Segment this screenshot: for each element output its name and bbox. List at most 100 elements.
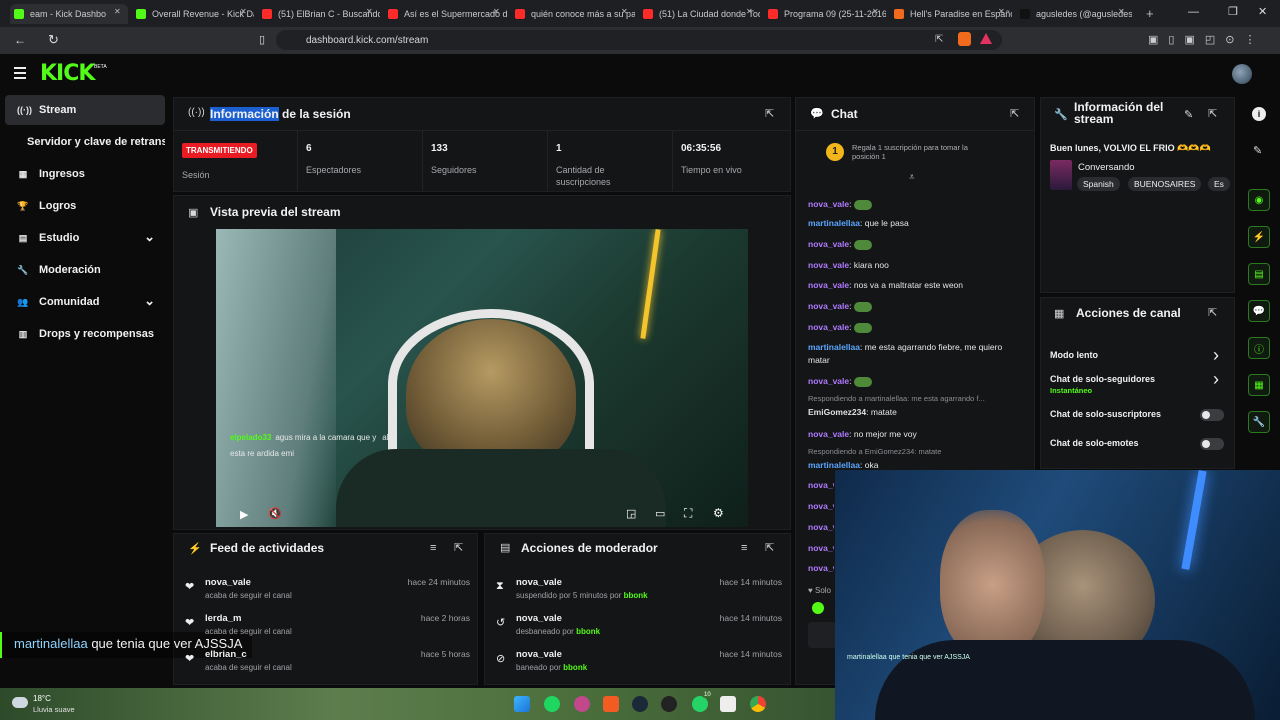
sidebar-item[interactable]: ▥ Drops y recompensas	[5, 319, 165, 349]
chat-username[interactable]: nova_vale	[808, 376, 849, 386]
mod-actor-user[interactable]: bbonk	[576, 627, 600, 636]
layout-rail-icon[interactable]: ▦	[1248, 374, 1270, 396]
chat-username[interactable]: nova_vale	[808, 322, 849, 332]
browser-tab[interactable]: Hell's Paradise en Españo	[890, 4, 1012, 24]
rewards-icon[interactable]	[980, 33, 992, 44]
popout-icon[interactable]: ⇱	[1208, 306, 1217, 319]
weather-icon[interactable]	[12, 697, 28, 708]
toggle-switch[interactable]	[1200, 409, 1224, 421]
mute-icon[interactable]: 🔇	[268, 507, 282, 520]
pen-icon[interactable]: ✎	[1253, 144, 1262, 157]
tab-close-icon[interactable]: ✕	[114, 7, 121, 16]
tab-close-icon[interactable]: ✕	[1118, 7, 1125, 16]
channel-action-label[interactable]: Chat de solo-seguidores	[1050, 374, 1155, 384]
popout-icon[interactable]: ⇱	[765, 541, 774, 554]
popout-icon[interactable]: ⇱	[1010, 107, 1019, 120]
bookmark-icon[interactable]: ▯	[259, 33, 265, 46]
filter-icon[interactable]: ≡	[430, 542, 436, 554]
sidebar-item[interactable]: ((·)) Stream	[5, 95, 165, 125]
stream-tag[interactable]: BUENOSAIRES	[1128, 177, 1202, 191]
pip-icon[interactable]: ◲	[626, 507, 636, 520]
filter-icon[interactable]: ≡	[741, 542, 747, 554]
sub-gift-badge[interactable]: 1	[826, 143, 844, 161]
chat-rail-icon[interactable]: 💬	[1248, 300, 1270, 322]
chat-username[interactable]: nova_vale	[808, 301, 849, 311]
windows-start-icon[interactable]	[514, 696, 530, 712]
sidebar-item[interactable]: 👥 Comunidad ⌄	[5, 287, 165, 317]
browser-tab[interactable]: (51) ElBrian C - Buscando	[258, 4, 380, 24]
brave-shield-icon[interactable]	[958, 32, 971, 46]
tab-close-icon[interactable]: ✕	[998, 7, 1005, 16]
browser-tab[interactable]: agusledes (@agusledes14	[1016, 4, 1132, 24]
chat-username[interactable]: EmiGomez234	[808, 407, 866, 417]
browser-tab[interactable]: Programa 09 (25-11-2016	[764, 4, 886, 24]
chat-username[interactable]: nova_vale	[808, 199, 849, 209]
scene-icon[interactable]: ◉	[1248, 189, 1270, 211]
channel-action-label[interactable]: Modo lento	[1050, 350, 1098, 360]
avatar[interactable]	[1232, 64, 1252, 84]
tab-close-icon[interactable]: ✕	[746, 7, 753, 16]
video-player[interactable]	[216, 229, 748, 527]
chrome-icon[interactable]	[750, 696, 766, 712]
restore-icon[interactable]: ❐	[1228, 5, 1238, 18]
play-button[interactable]: ▶	[240, 508, 248, 521]
sidebar-item[interactable]: ▦ Ingresos	[5, 159, 165, 189]
new-tab-button[interactable]: +	[1146, 6, 1154, 21]
edit-icon[interactable]: ✎	[1184, 108, 1193, 121]
sidebar-item[interactable]: 🔧 Moderación	[5, 255, 165, 285]
tab-close-icon[interactable]: ✕	[621, 7, 628, 16]
wrench-rail-icon[interactable]: 🔧	[1248, 411, 1270, 433]
chat-username[interactable]: martinalellaa	[808, 460, 860, 470]
feed-user[interactable]: nova_vale	[205, 577, 251, 588]
settings-icon[interactable]: ⚙	[713, 506, 724, 520]
chevron-right-icon[interactable]: ›	[1213, 369, 1219, 390]
sidebar-item[interactable]: ▤ Estudio ⌄	[5, 223, 165, 253]
app-icon[interactable]	[574, 696, 590, 712]
kick-logo[interactable]: KICK	[40, 61, 95, 86]
chat-username[interactable]: nova_vale	[808, 429, 849, 439]
broadcast-rail-icon[interactable]: ⓘ	[1248, 337, 1270, 359]
popout-icon[interactable]: ⇱	[765, 107, 774, 120]
channel-action-label[interactable]: Chat de solo-suscriptores	[1050, 409, 1161, 419]
menu-icon[interactable]	[14, 67, 26, 79]
epic-icon[interactable]	[720, 696, 736, 712]
browser-tab[interactable]: eam - Kick Dashbo	[10, 4, 128, 24]
reload-icon[interactable]: ↻	[48, 32, 59, 48]
url-field[interactable]: dashboard.kick.com/stream	[276, 30, 1002, 50]
chat-username[interactable]: martinalellaa	[808, 218, 860, 228]
brave-icon[interactable]	[603, 696, 619, 712]
chat-username[interactable]: martinalellaa	[808, 342, 860, 352]
obs-icon[interactable]	[661, 696, 677, 712]
back-icon[interactable]: ←	[14, 33, 26, 47]
info-icon[interactable]: i	[1252, 107, 1266, 121]
whatsapp-icon[interactable]	[692, 696, 708, 712]
feed-user[interactable]: lerda_m	[205, 613, 241, 624]
channel-action-label[interactable]: Chat de solo-emotes	[1050, 438, 1139, 448]
chevron-right-icon[interactable]: ›	[1213, 345, 1219, 366]
fullscreen-icon[interactable]: ⛶	[684, 506, 692, 521]
browser-tab[interactable]: Overall Revenue - Kick Da	[132, 4, 254, 24]
mod-target-user[interactable]: nova_vale	[516, 649, 562, 660]
spotify-icon[interactable]	[544, 696, 560, 712]
close-window-icon[interactable]: ✕	[1258, 5, 1267, 18]
tab-close-icon[interactable]: ✕	[493, 7, 500, 16]
popout-icon[interactable]: ⇱	[454, 541, 463, 554]
mod-actor-user[interactable]: bbonk	[624, 591, 648, 600]
browser-tab[interactable]: quién conoce más a su pa	[511, 4, 635, 24]
mod-actor-user[interactable]: bbonk	[563, 663, 587, 672]
stream-tag[interactable]: Es	[1208, 177, 1230, 191]
tab-close-icon[interactable]: ✕	[872, 7, 879, 16]
chat-scroll-icon[interactable]: ⩡	[909, 172, 915, 183]
popout-icon[interactable]: ⇱	[1208, 107, 1217, 120]
chat-username[interactable]: nova_vale	[808, 260, 849, 270]
browser-tab[interactable]: (51) La Ciudad donde Tod	[639, 4, 760, 24]
lightning-rail-icon[interactable]: ⚡	[1248, 226, 1270, 248]
browser-tab[interactable]: Así es el Supermercado de	[384, 4, 507, 24]
minimize-icon[interactable]: —	[1188, 6, 1199, 18]
theater-icon[interactable]: ▭	[655, 507, 665, 520]
sidebar-item[interactable]: 🏆 Logros	[5, 191, 165, 221]
tab-close-icon[interactable]: ✕	[366, 7, 373, 16]
mod-target-user[interactable]: nova_vale	[516, 613, 562, 624]
chat-username[interactable]: nova_vale	[808, 239, 849, 249]
emote-picker-icon[interactable]	[812, 602, 824, 614]
